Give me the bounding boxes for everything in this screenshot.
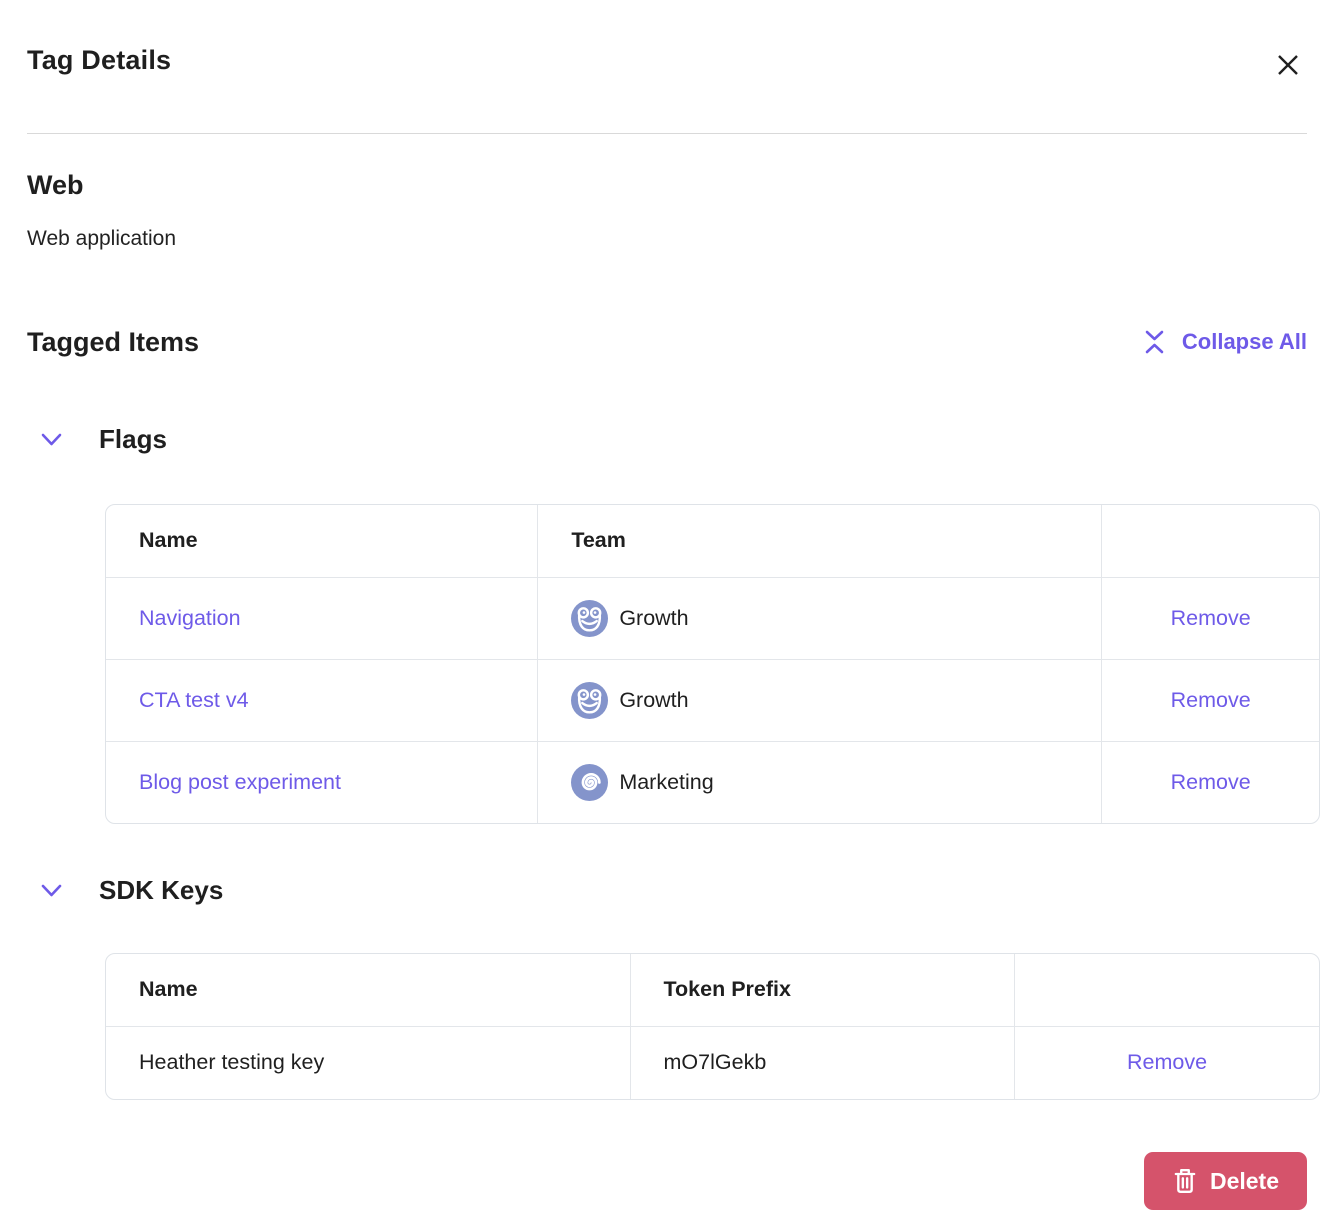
tag-details-modal: Tag Details Web Web application Tagged I… <box>0 0 1334 1210</box>
table-row: Navigation <box>106 577 1319 659</box>
remove-sdk-key-link[interactable]: Remove <box>1127 1050 1207 1074</box>
table-row: Blog post experiment Marketing <box>106 741 1319 823</box>
trash-icon <box>1172 1167 1198 1195</box>
team-label: Growth <box>619 606 688 631</box>
delete-button-label: Delete <box>1210 1168 1279 1195</box>
collapse-all-link[interactable]: Collapse All <box>1141 324 1307 360</box>
modal-header: Tag Details <box>27 0 1307 84</box>
flag-link[interactable]: Blog post experiment <box>139 770 341 794</box>
flags-collapse-toggle[interactable] <box>36 428 67 452</box>
sdk-column-actions <box>1015 954 1319 1026</box>
tag-description: Web application <box>27 226 1307 252</box>
flags-table-header-row: Name Team <box>106 505 1319 577</box>
remove-flag-link[interactable]: Remove <box>1171 606 1251 630</box>
header-divider <box>27 133 1307 134</box>
close-button[interactable] <box>1269 46 1307 84</box>
sdk-column-name: Name <box>106 954 630 1026</box>
tagged-items-header: Tagged Items Collapse All <box>27 324 1307 360</box>
flag-link[interactable]: Navigation <box>139 606 241 630</box>
chevron-down-icon <box>38 438 65 453</box>
remove-flag-link[interactable]: Remove <box>1171 688 1251 712</box>
table-row: Heather testing key mO7lGekb Remove <box>106 1026 1319 1099</box>
tag-name: Web <box>27 170 1307 201</box>
remove-flag-link[interactable]: Remove <box>1171 770 1251 794</box>
sdk-key-name: Heather testing key <box>106 1026 630 1099</box>
sdk-key-token-prefix: mO7lGekb <box>630 1026 1015 1099</box>
modal-title: Tag Details <box>27 44 171 76</box>
flags-section-title: Flags <box>99 424 167 455</box>
sdk-keys-collapse-toggle[interactable] <box>36 879 67 903</box>
chevron-down-icon <box>38 889 65 904</box>
flags-section-header: Flags <box>27 424 1307 455</box>
sdk-keys-section-header: SDK Keys <box>27 875 1307 906</box>
flags-table: Name Team Navigation <box>105 504 1320 824</box>
flags-column-team: Team <box>538 505 1102 577</box>
frog-avatar <box>571 600 608 637</box>
flags-column-name: Name <box>106 505 538 577</box>
team-label: Marketing <box>619 770 713 795</box>
frog-avatar <box>571 682 608 719</box>
table-row: CTA test v4 <box>106 659 1319 741</box>
team-label: Growth <box>619 688 688 713</box>
flags-column-actions <box>1102 505 1319 577</box>
spiral-avatar <box>571 764 608 801</box>
sdk-keys-table: Name Token Prefix Heather testing key mO… <box>105 953 1320 1100</box>
collapse-vertical-icon <box>1141 324 1168 360</box>
close-icon <box>1273 68 1303 83</box>
sdk-table-header-row: Name Token Prefix <box>106 954 1319 1026</box>
flag-link[interactable]: CTA test v4 <box>139 688 249 712</box>
sdk-column-token-prefix: Token Prefix <box>630 954 1015 1026</box>
sdk-keys-section-title: SDK Keys <box>99 875 223 906</box>
delete-button[interactable]: Delete <box>1144 1152 1307 1210</box>
collapse-all-label: Collapse All <box>1182 329 1307 355</box>
modal-footer: Delete <box>27 1152 1307 1210</box>
tagged-items-title: Tagged Items <box>27 327 199 358</box>
